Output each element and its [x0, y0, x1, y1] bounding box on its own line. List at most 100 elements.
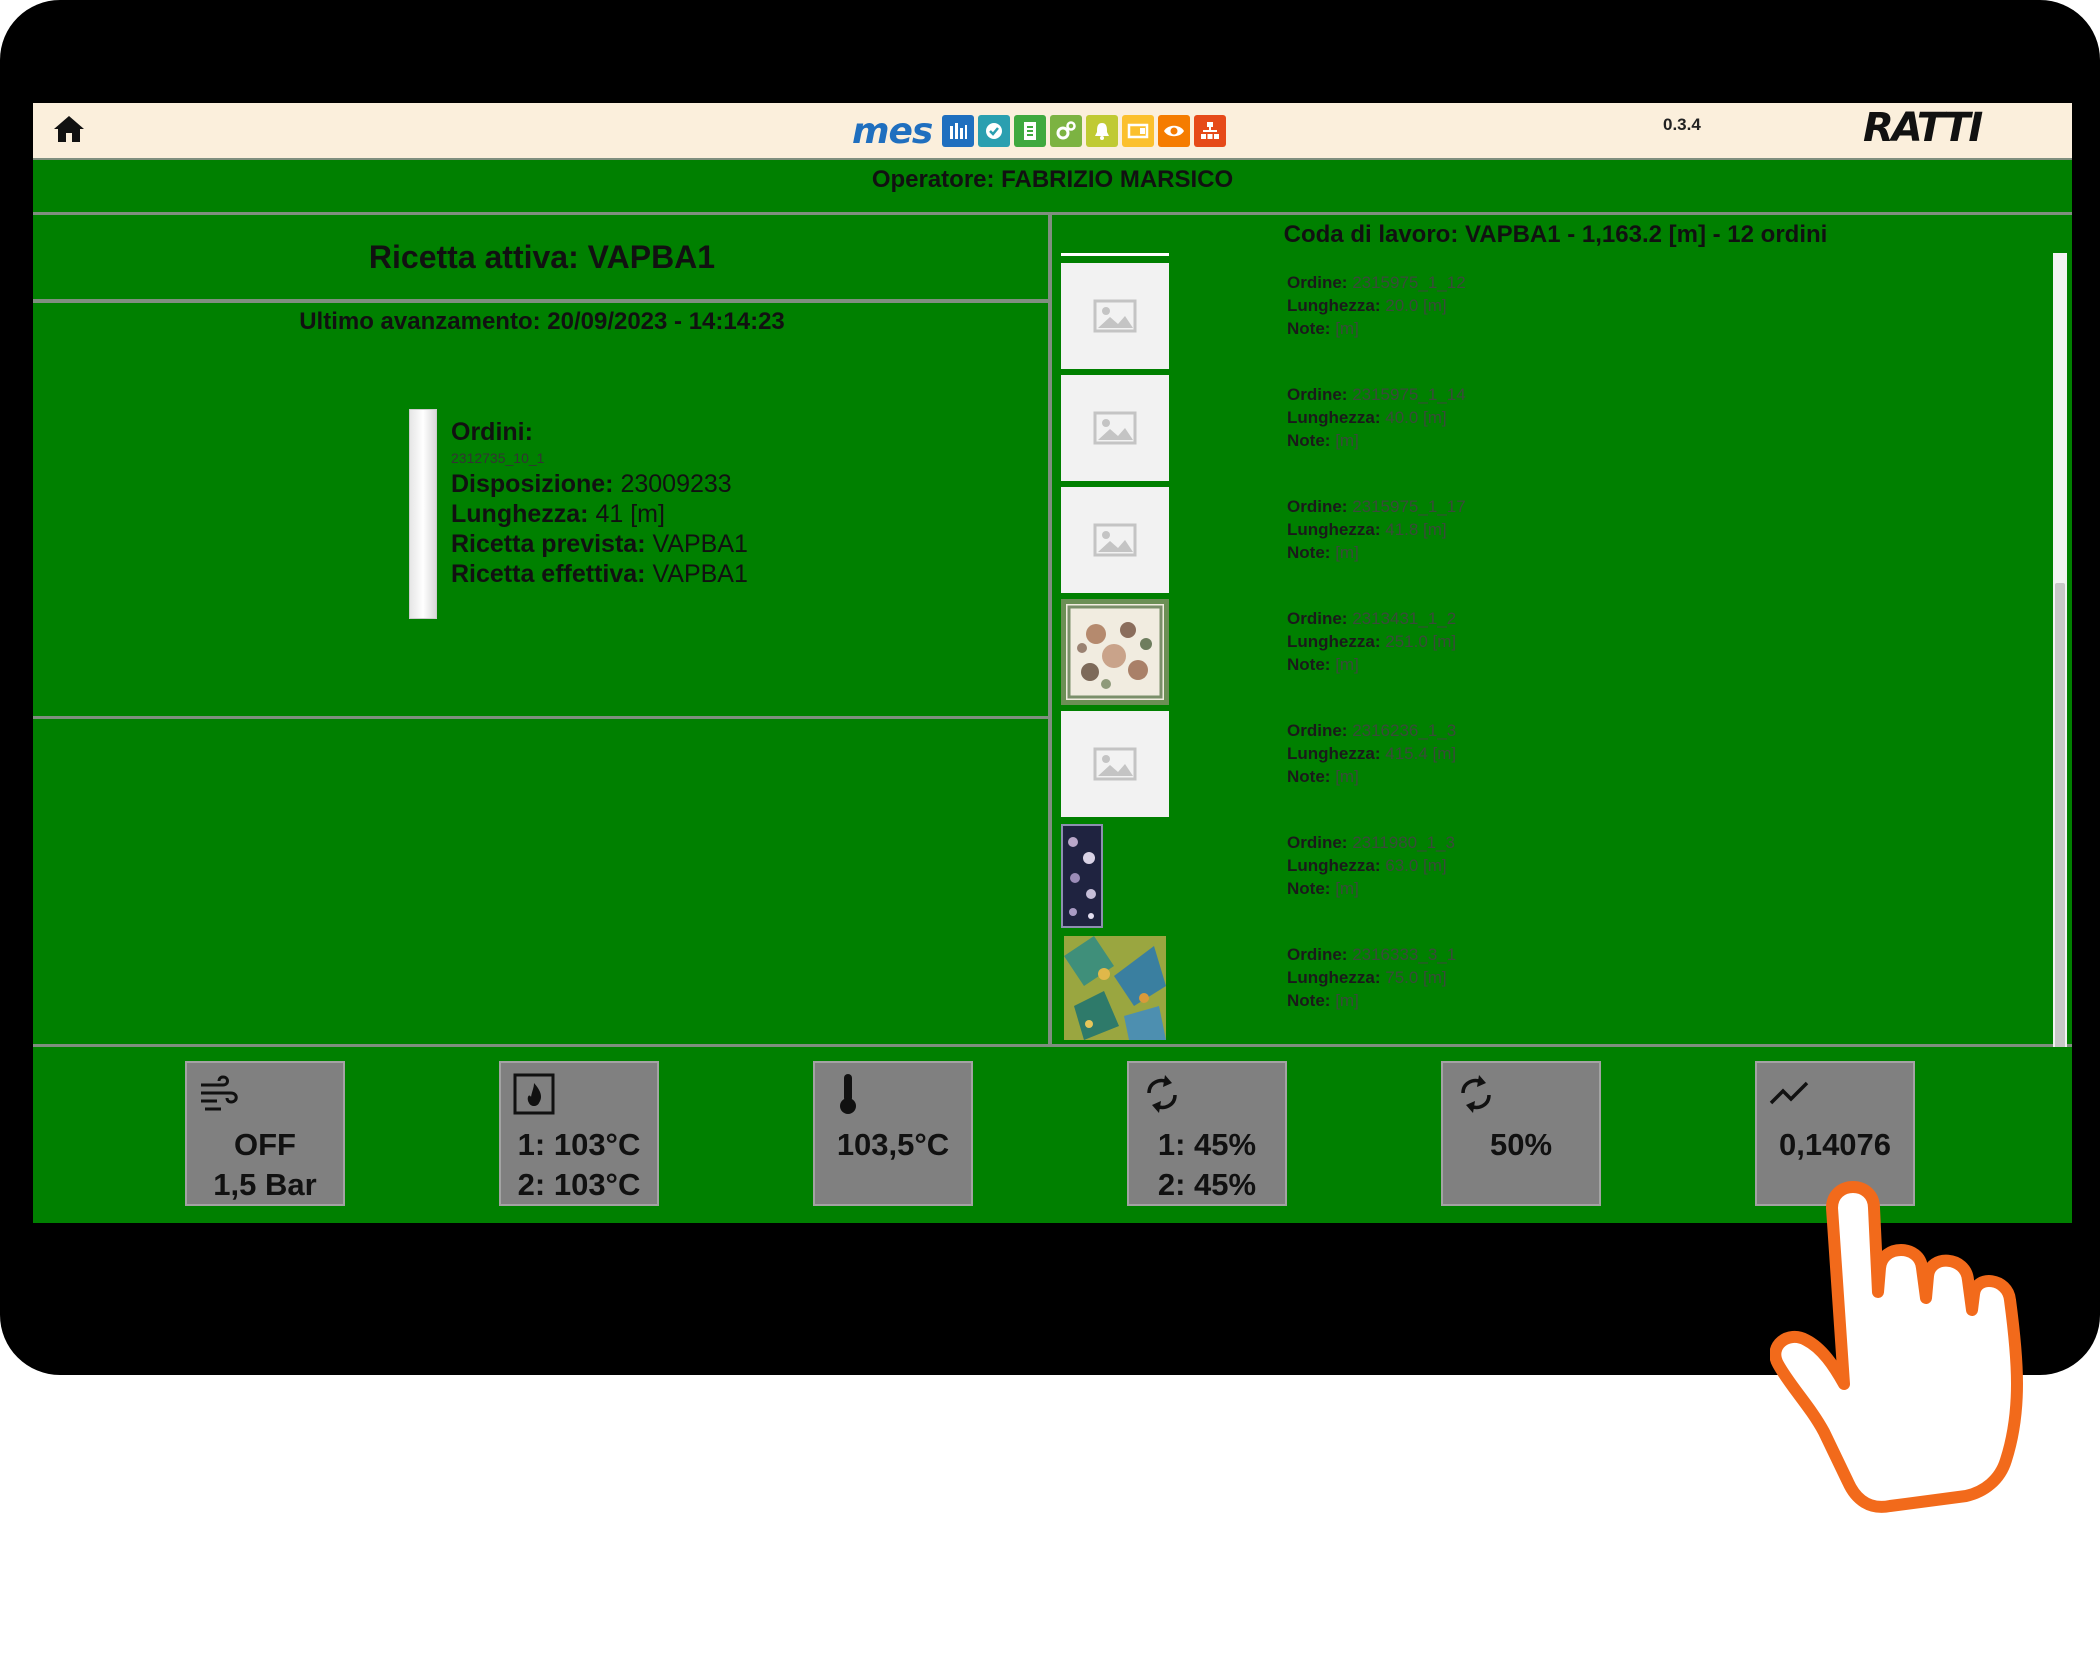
order-label: Ordine:	[1287, 945, 1348, 964]
note-label: Note:	[1287, 319, 1331, 338]
queue-scrollbar[interactable]	[2053, 253, 2067, 1148]
placeholder-image-icon	[1061, 375, 1169, 481]
trend-line-icon	[1769, 1081, 1809, 1105]
eye-module-icon[interactable]	[1158, 115, 1191, 147]
length-label: Lunghezza:	[451, 500, 589, 528]
home-icon[interactable]	[51, 113, 87, 145]
fan-speed-tile[interactable]: 1: 45% 2: 45%	[1127, 1061, 1287, 1206]
current-order-thumbnail	[409, 409, 437, 619]
disposition-value: 23009233	[620, 470, 732, 498]
queue-item-text: Ordine: 2313431_1_2 Lunghezza: 251.0 [m]…	[1287, 607, 1456, 676]
tile-line-1: 103,5°C	[836, 1127, 950, 1162]
order-value: 2315975_1_12	[1352, 273, 1466, 292]
note-value: [m]	[1335, 879, 1359, 898]
note-label: Note:	[1287, 543, 1331, 562]
tile-values: 1: 103°C 2: 103°C	[501, 1125, 657, 1205]
tile-line-1: 1: 45%	[1157, 1127, 1257, 1162]
queue-item-text: Ordine: 2311980_1_3 Lunghezza: 63.0 [m] …	[1287, 831, 1455, 900]
length-value: 63.0 [m]	[1385, 856, 1447, 875]
note-label: Note:	[1287, 767, 1331, 786]
active-recipe-title: Ricetta attiva: VAPBA1	[368, 239, 716, 275]
queue-item[interactable]: Ordine: 2311980_1_3 Lunghezza: 63.0 [m] …	[1061, 823, 2021, 931]
tile-line-1: 0,14076	[1778, 1127, 1892, 1162]
navy-floral-fabric-thumbnail	[1061, 823, 1103, 929]
queue-item-text: Ordine: 2315975_1_12 Lunghezza: 20.0 [m]…	[1287, 271, 1466, 340]
order-code: 2312735_10_1	[451, 450, 545, 466]
check-module-icon[interactable]	[978, 115, 1011, 147]
length-value: 41 [m]	[595, 500, 665, 528]
actual-recipe-value: VAPBA1	[652, 560, 748, 588]
queue-top-line	[1061, 253, 1169, 256]
placeholder-image-icon	[1061, 711, 1169, 817]
screen-module-icon[interactable]	[1122, 115, 1155, 147]
note-value: [m]	[1335, 543, 1359, 562]
length-value: 251.0 [m]	[1385, 632, 1457, 651]
work-queue-list: Ordine: 2315975_1_12 Lunghezza: 20.0 [m]…	[1061, 253, 2021, 1148]
operator-bar: Operatore: FABRIZIO MARSICO	[33, 160, 2072, 215]
divider	[33, 716, 1048, 719]
placeholder-image-icon	[1061, 263, 1169, 369]
queue-item[interactable]: Ordine: 2316236_1_3 Lunghezza: 415.4 [m]…	[1061, 711, 2021, 819]
tile-line-2: 1,5 Bar	[213, 1167, 317, 1202]
length-label: Lunghezza:	[1287, 408, 1381, 427]
tile-line-1: 1: 103°C	[517, 1127, 641, 1162]
tile-line-1: OFF	[234, 1127, 296, 1162]
tile-values: 103,5°C	[815, 1125, 971, 1165]
bell-module-icon[interactable]	[1086, 115, 1119, 147]
wind-icon	[201, 1075, 238, 1111]
burner-temperature-tile[interactable]: 1: 103°C 2: 103°C	[499, 1061, 659, 1206]
length-label: Lunghezza:	[1287, 296, 1381, 315]
air-pressure-tile[interactable]: OFF 1,5 Bar	[185, 1061, 345, 1206]
planned-recipe-value: VAPBA1	[652, 530, 748, 558]
bars-chart-module-icon[interactable]	[942, 115, 975, 147]
queue-item[interactable]: Ordine: 2315975_1_17 Lunghezza: 41.8 [m]…	[1061, 487, 2021, 595]
order-label: Ordine:	[1287, 385, 1348, 404]
tile-values: 50%	[1443, 1125, 1599, 1165]
queue-item-text: Ordine: 2315975_1_14 Lunghezza: 40.0 [m]…	[1287, 383, 1466, 452]
tile-values: 1: 45% 2: 45%	[1129, 1125, 1285, 1205]
length-value: 41.8 [m]	[1385, 520, 1447, 539]
orders-label: Ordini:	[451, 418, 533, 446]
note-label: Note:	[1287, 879, 1331, 898]
speed-percentage-tile[interactable]: 50%	[1441, 1061, 1601, 1206]
logo-text: mes	[852, 110, 933, 152]
order-label: Ordine:	[1287, 721, 1348, 740]
note-value: [m]	[1335, 991, 1359, 1010]
tropical-fabric-thumbnail	[1061, 935, 1169, 1041]
order-value: 2313431_1_2	[1352, 609, 1457, 628]
floral-fabric-thumbnail	[1061, 599, 1169, 705]
top-bar: mes 0.3.4 RATTI	[33, 103, 2072, 160]
queue-item[interactable]: Ordine: 2313431_1_2 Lunghezza: 251.0 [m]…	[1061, 599, 2021, 707]
thermometer-icon	[840, 1074, 856, 1114]
note-value: [m]	[1335, 319, 1359, 338]
queue-item-text: Ordine: 2316236_1_3 Lunghezza: 415.4 [m]…	[1287, 719, 1456, 788]
length-value: 40.0 [m]	[1385, 408, 1447, 427]
note-label: Note:	[1287, 991, 1331, 1010]
last-progress-label: Ultimo avanzamento: 20/09/2023 - 14:14:2…	[299, 308, 785, 335]
hierarchy-module-icon[interactable]	[1194, 115, 1227, 147]
burner-icon	[513, 1073, 555, 1115]
gears-module-icon[interactable]	[1050, 115, 1083, 147]
mes-logo: mes	[852, 110, 1227, 152]
note-value: [m]	[1335, 767, 1359, 786]
version-label: 0.3.4	[1663, 115, 1701, 134]
vertical-divider	[1048, 212, 1052, 1047]
note-label: Note:	[1287, 655, 1331, 674]
ratti-logo: RATTI	[1863, 105, 1983, 151]
queue-item[interactable]: Ordine: 2315975_1_14 Lunghezza: 40.0 [m]…	[1061, 375, 2021, 483]
current-order-info: Ordini: 2312735_10_1 Disposizione: 23009…	[451, 417, 748, 589]
temperature-tile[interactable]: 103,5°C	[813, 1061, 973, 1206]
document-module-icon[interactable]	[1014, 115, 1047, 147]
app-screen: mes 0.3.4 RATTI Operatore: FABRIZIO MARS…	[33, 103, 2072, 1223]
order-value: 2311980_1_3	[1352, 833, 1455, 852]
length-label: Lunghezza:	[1287, 744, 1381, 763]
queue-item[interactable]: Ordine: 2316333_3_1 Lunghezza: 75.0 [m] …	[1061, 935, 2021, 1043]
order-label: Ordine:	[1287, 609, 1348, 628]
length-value: 415.4 [m]	[1385, 744, 1457, 763]
order-label: Ordine:	[1287, 497, 1348, 516]
order-value: 2316333_3_1	[1352, 945, 1457, 964]
queue-item[interactable]: Ordine: 2315975_1_12 Lunghezza: 20.0 [m]…	[1061, 263, 2021, 371]
disposition-label: Disposizione:	[451, 470, 614, 498]
tile-line-2: 2: 45%	[1157, 1167, 1257, 1202]
note-value: [m]	[1335, 655, 1359, 674]
